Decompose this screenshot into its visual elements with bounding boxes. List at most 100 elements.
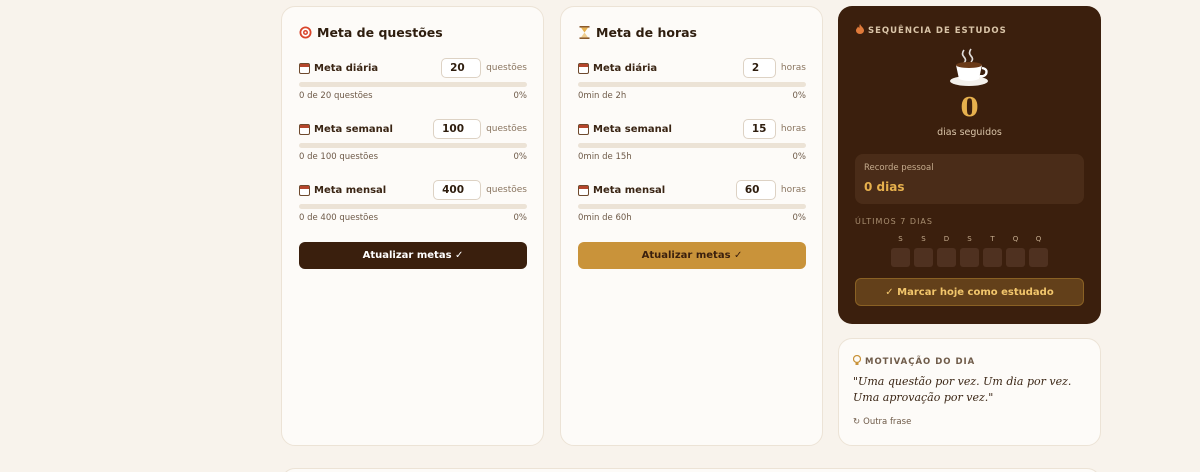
day-box xyxy=(1029,248,1048,267)
goal-unit: horas xyxy=(780,63,806,73)
day-letter: T xyxy=(990,235,995,243)
progress-percent: 0% xyxy=(792,213,807,223)
day-letter: S xyxy=(898,235,903,243)
day-box xyxy=(1006,248,1025,267)
streak-count-label: dias seguidos xyxy=(937,127,1002,138)
goal-unit: horas xyxy=(780,124,806,134)
hours-card-title-text: Meta de horas xyxy=(596,25,697,40)
progress-bar xyxy=(578,204,806,209)
goal-unit: questões xyxy=(486,185,527,195)
progress-text: 0 de 20 questões xyxy=(299,91,373,101)
progress-percent: 0% xyxy=(513,213,528,223)
hours-weekly-input[interactable] xyxy=(742,119,776,139)
progress-percent: 0% xyxy=(792,152,807,162)
day-cell: Q xyxy=(1029,235,1048,267)
motivation-heading-text: MOTIVAÇÃO DO DIA xyxy=(865,357,976,367)
questions-monthly-input[interactable] xyxy=(433,180,482,200)
record-value: 0 dias xyxy=(864,180,905,194)
hours-monthly-goal: Meta mensal horas 0min de 60h 0% xyxy=(578,179,806,223)
goal-label: Meta semanal xyxy=(593,123,672,135)
day-cell: S xyxy=(914,235,933,267)
mark-today-studied-button[interactable]: ✓ Marcar hoje como estudado xyxy=(855,278,1084,306)
calendar-icon xyxy=(578,123,589,135)
day-box xyxy=(983,248,1002,267)
personal-record-box: Recorde pessoal 0 dias xyxy=(855,154,1084,204)
progress-bar xyxy=(578,143,806,148)
goal-label: Meta mensal xyxy=(314,184,387,196)
progress-text: 0min de 15h xyxy=(578,152,632,162)
questions-weekly-goal: Meta semanal questões 0 de 100 questões 0… xyxy=(299,118,527,162)
goal-label: Meta diária xyxy=(593,62,658,74)
next-section-card xyxy=(281,468,1101,472)
progress-bar xyxy=(299,204,527,209)
questions-daily-input[interactable] xyxy=(441,58,482,78)
day-letter: Q xyxy=(1035,235,1042,243)
day-cell: T xyxy=(983,235,1002,267)
day-box xyxy=(914,248,933,267)
questions-card-title-text: Meta de questões xyxy=(317,25,443,40)
flame-icon xyxy=(856,24,864,37)
hours-weekly-goal: Meta semanal horas 0min de 15h 0% xyxy=(578,118,806,162)
questions-goal-card: Meta de questões Meta diária questões 0 … xyxy=(281,6,544,446)
lightbulb-icon xyxy=(852,354,862,369)
motivation-quote: "Uma questão por vez. Um dia por vez. Um… xyxy=(853,375,1072,404)
calendar-icon xyxy=(299,62,310,74)
questions-weekly-input[interactable] xyxy=(433,119,482,139)
streak-count: 0 xyxy=(960,93,979,123)
goal-unit: horas xyxy=(780,185,806,195)
hours-daily-goal: Meta diária horas 0min de 2h 0% xyxy=(578,57,806,101)
target-icon xyxy=(299,26,312,39)
day-cell: Q xyxy=(1006,235,1025,267)
goal-label: Meta semanal xyxy=(314,123,393,135)
update-questions-goals-button[interactable]: Atualizar metas ✓ xyxy=(299,242,527,269)
last-7-days-grid: S S D S T Q Q xyxy=(891,235,1048,267)
progress-bar xyxy=(578,82,806,87)
day-box xyxy=(937,248,956,267)
goal-label: Meta mensal xyxy=(593,184,666,196)
progress-percent: 0% xyxy=(513,91,528,101)
questions-card-title: Meta de questões xyxy=(299,25,443,40)
hours-daily-input[interactable] xyxy=(742,58,776,78)
questions-monthly-goal: Meta mensal questões 0 de 400 questões 0% xyxy=(299,179,527,223)
another-quote-label: Outra frase xyxy=(863,417,912,427)
streak-heading-text: SEQUÊNCIA DE ESTUDOS xyxy=(868,25,1007,36)
motivation-heading: MOTIVAÇÃO DO DIA xyxy=(852,354,976,369)
day-letter: Q xyxy=(1012,235,1019,243)
hourglass-icon xyxy=(578,26,591,39)
calendar-icon xyxy=(299,123,310,135)
calendar-icon xyxy=(578,62,589,74)
streak-heading: SEQUÊNCIA DE ESTUDOS xyxy=(856,24,1007,37)
progress-percent: 0% xyxy=(513,152,528,162)
day-cell: S xyxy=(891,235,910,267)
hours-goal-card: Meta de horas Meta diária horas 0min de … xyxy=(560,6,823,446)
study-streak-card: SEQUÊNCIA DE ESTUDOS 0 dias seguidos Rec… xyxy=(838,6,1101,324)
day-letter: S xyxy=(967,235,972,243)
another-quote-link[interactable]: ↻ Outra frase xyxy=(853,417,911,427)
progress-text: 0min de 60h xyxy=(578,213,632,223)
day-letter: S xyxy=(921,235,926,243)
day-box xyxy=(891,248,910,267)
day-box xyxy=(960,248,979,267)
progress-bar xyxy=(299,143,527,148)
progress-text: 0min de 2h xyxy=(578,91,627,101)
refresh-icon: ↻ xyxy=(853,417,861,427)
last-7-days-label: ÚLTIMOS 7 DIAS xyxy=(855,217,933,226)
progress-text: 0 de 100 questões xyxy=(299,152,378,162)
motivation-card: MOTIVAÇÃO DO DIA "Uma questão por vez. U… xyxy=(838,338,1101,446)
day-letter: D xyxy=(943,235,950,243)
hours-card-title: Meta de horas xyxy=(578,25,697,40)
calendar-icon xyxy=(578,184,589,196)
goal-unit: questões xyxy=(486,63,527,73)
goal-unit: questões xyxy=(486,124,527,134)
progress-text: 0 de 400 questões xyxy=(299,213,378,223)
day-cell: D xyxy=(937,235,956,267)
progress-percent: 0% xyxy=(792,91,807,101)
hours-monthly-input[interactable] xyxy=(735,180,776,200)
day-cell: S xyxy=(960,235,979,267)
questions-daily-goal: Meta diária questões 0 de 20 questões 0% xyxy=(299,57,527,101)
coffee-cup-icon xyxy=(948,48,992,88)
record-label: Recorde pessoal xyxy=(864,163,934,173)
progress-bar xyxy=(299,82,527,87)
update-hours-goals-button[interactable]: Atualizar metas ✓ xyxy=(578,242,806,269)
goal-label: Meta diária xyxy=(314,62,379,74)
